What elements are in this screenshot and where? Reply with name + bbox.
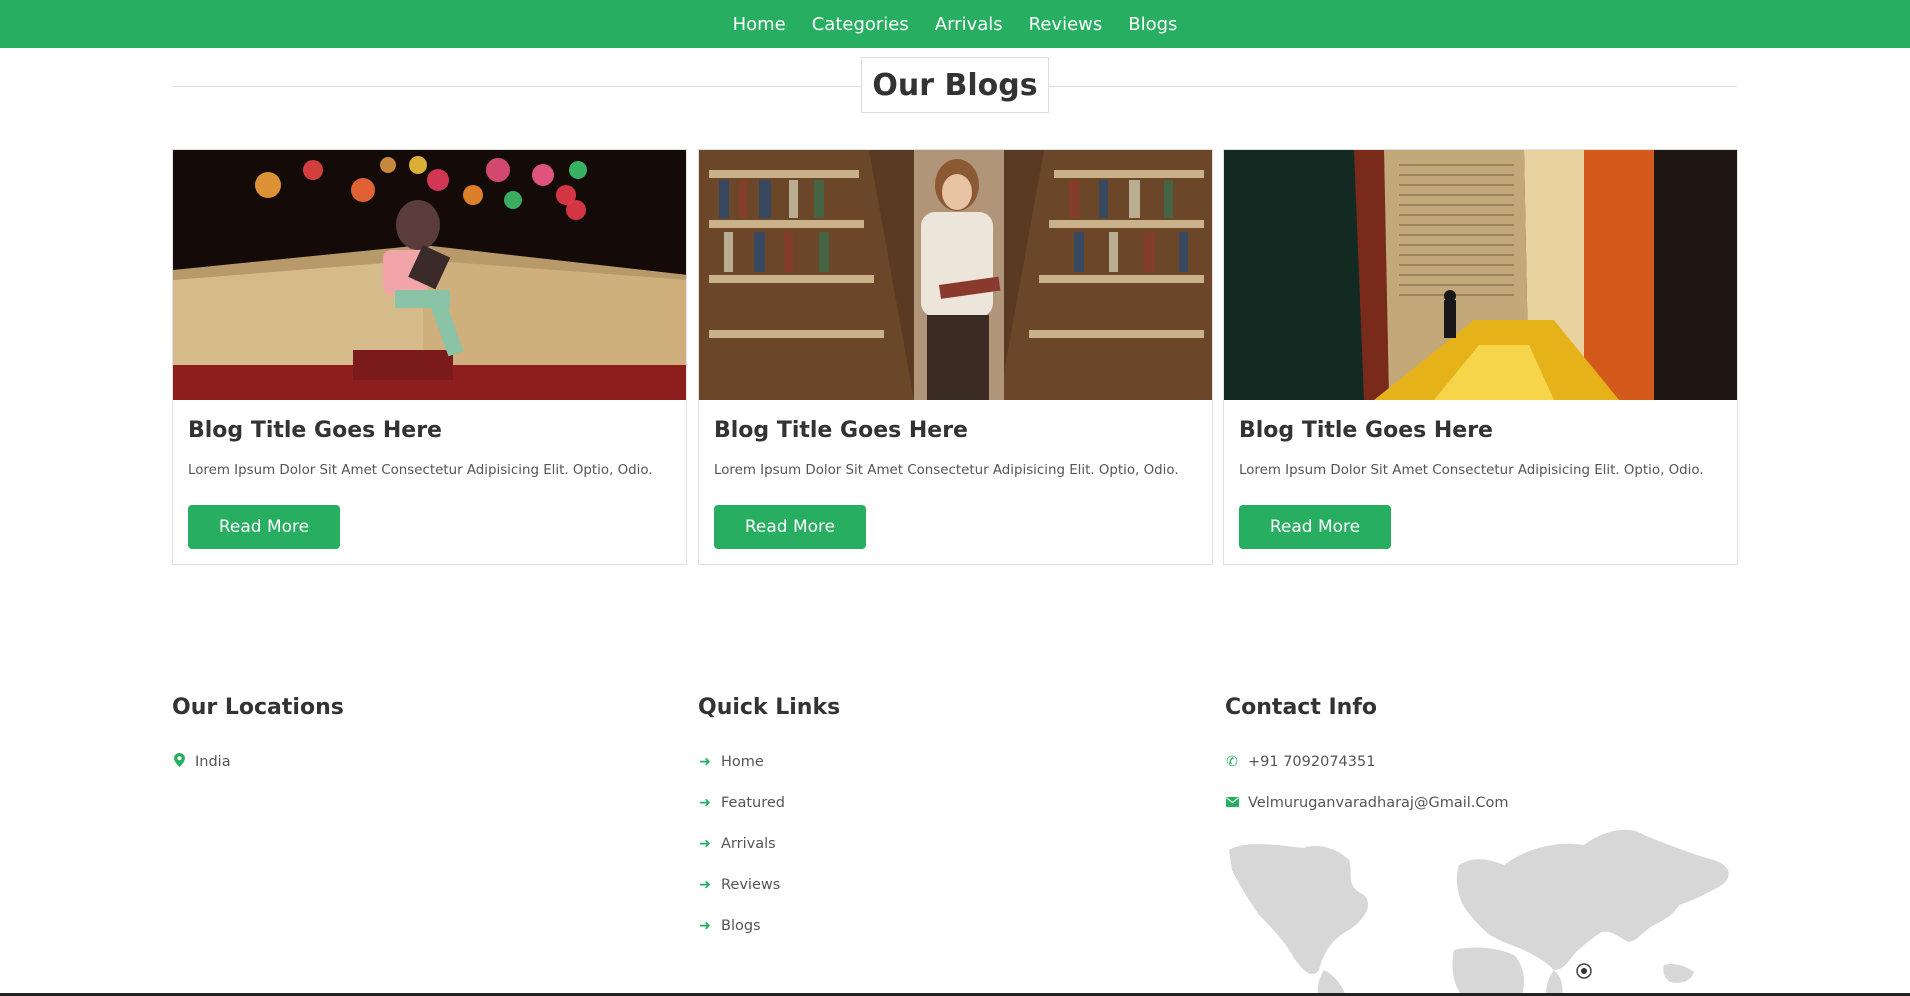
locations-title: Our Locations [172,695,344,720]
top-navbar: Home Categories Arrivals Reviews Blogs [0,0,1910,48]
footer-locations: Our Locations India [172,695,344,782]
nav-reviews[interactable]: Reviews [1029,14,1103,35]
blog-image-library-woman [699,150,1212,400]
location-item: India [172,741,344,782]
contact-email[interactable]: Velmuruganvaradharaj@Gmail.Com [1225,782,1509,823]
blog-title: Blog Title Goes Here [1239,418,1493,443]
arrow-right-icon: ➜ [699,794,711,811]
quick-links-title: Quick Links [698,695,841,720]
arrow-right-icon: ➜ [699,876,711,893]
quick-link-label[interactable]: Blogs [721,918,761,934]
quick-link-home[interactable]: ➜ Home [698,741,840,782]
arrow-right-icon: ➜ [699,835,711,852]
blog-excerpt: Lorem Ipsum Dolor Sit Amet Consectetur A… [188,463,653,478]
quick-link-label[interactable]: Arrivals [721,836,776,852]
contact-title: Contact Info [1225,695,1378,720]
blog-card: Blog Title Goes Here Lorem Ipsum Dolor S… [1223,149,1738,565]
quick-link-reviews[interactable]: ➜ Reviews [698,864,840,905]
blog-card: Blog Title Goes Here Lorem Ipsum Dolor S… [172,149,687,565]
arrow-right-icon: ➜ [699,753,711,770]
nav-categories[interactable]: Categories [812,14,909,35]
quick-link-label[interactable]: Featured [721,795,785,811]
blog-excerpt: Lorem Ipsum Dolor Sit Amet Consectetur A… [714,463,1179,478]
email-address: Velmuruganvaradharaj@Gmail.Com [1248,794,1509,811]
blog-image-reading-girl [173,150,686,400]
world-map-image [1224,820,1736,996]
blog-image-giant-book [1224,150,1737,400]
quick-link-featured[interactable]: ➜ Featured [698,782,840,823]
nav-home[interactable]: Home [733,14,786,35]
quick-link-label[interactable]: Home [721,754,764,770]
read-more-button[interactable]: Read More [714,505,866,549]
map-marker-icon [172,752,186,771]
envelope-icon [1225,795,1239,811]
footer-quick-links: Quick Links ➜ Home ➜ Featured ➜ Arrivals… [698,695,840,946]
quick-link-blogs[interactable]: ➜ Blogs [698,905,840,946]
quick-link-label[interactable]: Reviews [721,877,780,893]
footer-contact: Contact Info ✆ +91 7092074351 Velmurugan… [1225,695,1509,823]
arrow-right-icon: ➜ [699,917,711,934]
blog-card: Blog Title Goes Here Lorem Ipsum Dolor S… [698,149,1213,565]
contact-phone[interactable]: ✆ +91 7092074351 [1225,741,1509,782]
section-heading: Our Blogs [861,57,1049,113]
read-more-button[interactable]: Read More [1239,505,1391,549]
phone-number: +91 7092074351 [1248,753,1376,770]
nav-arrivals[interactable]: Arrivals [935,14,1003,35]
nav-blogs[interactable]: Blogs [1128,14,1177,35]
phone-icon: ✆ [1226,753,1238,770]
section-title: Our Blogs [872,67,1038,103]
read-more-button[interactable]: Read More [188,505,340,549]
blog-title: Blog Title Goes Here [714,418,968,443]
quick-link-arrivals[interactable]: ➜ Arrivals [698,823,840,864]
location-label: India [195,753,231,770]
blog-excerpt: Lorem Ipsum Dolor Sit Amet Consectetur A… [1239,463,1704,478]
blog-title: Blog Title Goes Here [188,418,442,443]
